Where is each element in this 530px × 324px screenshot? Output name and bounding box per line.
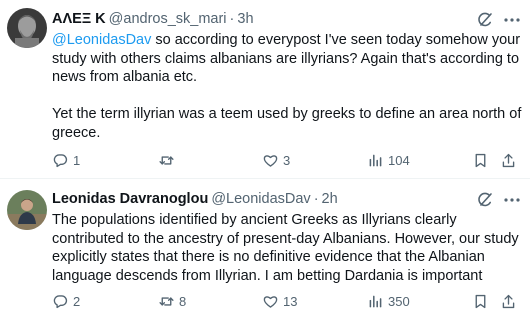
tweet-1[interactable]: ΑΛΕΞ Κ @andros_sk_mari · 3h @LeonidasDav so… [0, 0, 530, 178]
repost-icon [159, 296, 174, 306]
paragraph: The populations identified by ancient Gr… [52, 212, 519, 284]
reply-icon [53, 153, 68, 167]
bookmark-button[interactable] [472, 150, 489, 170]
author-handle[interactable]: @LeonidasDav [211, 191, 310, 207]
share-icon [502, 294, 515, 308]
repost-icon [159, 155, 174, 165]
tweet-2[interactable]: Leonidas Davranoglou @LeonidasDav · 2h The … [0, 178, 530, 324]
more-icon[interactable] [502, 190, 522, 210]
more-icon[interactable] [502, 10, 522, 30]
share-button[interactable] [500, 150, 517, 170]
tweet-header: ΑΛΕΞ Κ @andros_sk_mari · 3h [52, 11, 254, 28]
reply-count: 1 [73, 152, 81, 168]
heart-icon [263, 295, 278, 308]
action-bar: 2 8 13 350 [0, 291, 530, 311]
reply-icon [53, 294, 68, 308]
author-handle[interactable]: @andros_sk_mari [109, 11, 227, 27]
reply-button[interactable]: 1 [52, 150, 80, 170]
repost-button[interactable] [158, 150, 179, 170]
bookmark-button[interactable] [472, 291, 489, 311]
paragraph: @LeonidasDav so according to everypost I… [52, 31, 522, 87]
views-button[interactable]: 350 [367, 291, 410, 311]
tweet-text: @LeonidasDav so according to everypost I… [52, 31, 522, 142]
view-count: 350 [388, 293, 410, 309]
views-icon [369, 154, 382, 166]
timestamp[interactable]: 3h [237, 11, 253, 27]
heart-icon [263, 154, 278, 167]
like-button[interactable]: 3 [262, 150, 290, 170]
share-icon [502, 153, 515, 167]
share-button[interactable] [500, 291, 517, 311]
timestamp[interactable]: 2h [322, 191, 338, 207]
view-count: 104 [388, 152, 410, 168]
tweet-text: The populations identified by ancient Gr… [52, 211, 522, 285]
repost-count: 8 [179, 293, 187, 309]
tweet-header: Leonidas Davranoglou @LeonidasDav · 2h [52, 191, 338, 208]
views-button[interactable]: 104 [367, 150, 410, 170]
like-button[interactable]: 13 [262, 291, 297, 311]
paragraph: Yet the term illyrian was a teem used by… [52, 106, 522, 141]
action-bar: 1 3 104 [0, 150, 530, 170]
repost-button[interactable]: 8 [158, 291, 186, 311]
reply-count: 2 [73, 293, 81, 309]
grok-icon[interactable] [475, 190, 495, 210]
separator-dot: · [313, 191, 319, 207]
grok-icon[interactable] [475, 10, 495, 30]
mention-link[interactable]: @LeonidasDav [52, 32, 151, 48]
author-name[interactable]: Leonidas Davranoglou [52, 191, 208, 207]
like-count: 3 [283, 152, 291, 168]
separator-dot: · [229, 11, 235, 27]
views-icon [369, 295, 382, 307]
avatar[interactable] [7, 190, 47, 230]
reply-button[interactable]: 2 [52, 291, 80, 311]
author-name[interactable]: ΑΛΕΞ Κ [52, 11, 106, 27]
bookmark-icon [475, 153, 486, 167]
avatar[interactable] [7, 8, 47, 48]
like-count: 13 [283, 293, 298, 309]
bookmark-icon [475, 294, 486, 308]
